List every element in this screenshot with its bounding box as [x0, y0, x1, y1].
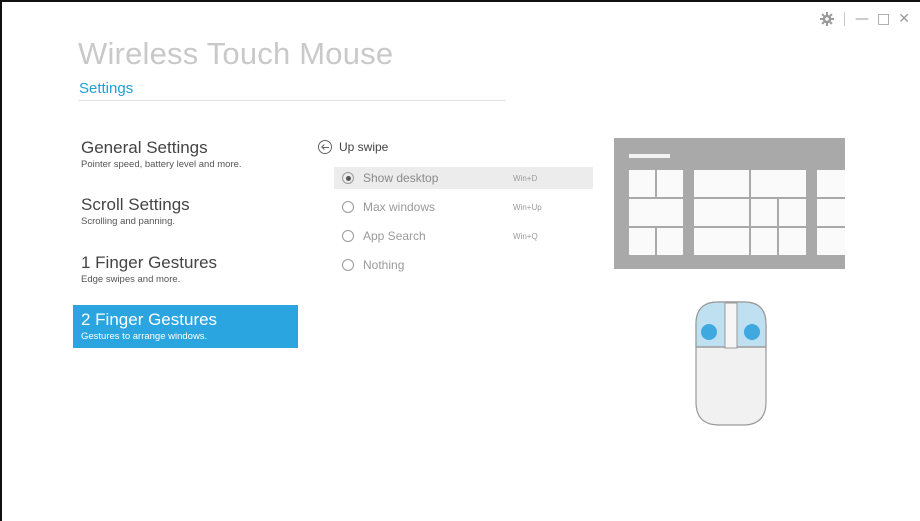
- option-shortcut: Win+Up: [513, 202, 542, 212]
- gesture-label: Up swipe: [339, 140, 389, 154]
- nav-item-1-finger-gestures[interactable]: 1 Finger Gestures Edge swipes and more.: [73, 248, 298, 292]
- header-divider: [78, 100, 506, 101]
- radio-button[interactable]: [342, 230, 354, 242]
- up-swipe-header[interactable]: Up swipe: [318, 140, 388, 154]
- tile: [629, 170, 655, 197]
- option-shortcut: Win+D: [513, 173, 538, 183]
- tile: [629, 199, 683, 226]
- tile: [751, 170, 806, 197]
- tile: [657, 170, 683, 197]
- option-label: App Search: [363, 229, 426, 243]
- option-label: Max windows: [363, 200, 436, 214]
- nav-item-subtitle: Pointer speed, battery level and more.: [81, 159, 242, 170]
- option-max-windows[interactable]: Max windows Win+Up: [334, 196, 593, 218]
- tab-settings[interactable]: Settings: [79, 80, 134, 101]
- tile: [779, 228, 806, 255]
- tile: [694, 199, 749, 226]
- tile: [779, 199, 806, 226]
- tile: [694, 228, 749, 255]
- minimize-button[interactable]: —: [855, 12, 869, 26]
- tile: [629, 228, 655, 255]
- nav-item-scroll-settings[interactable]: Scroll Settings Scrolling and panning.: [73, 190, 298, 234]
- radio-button[interactable]: [342, 172, 354, 184]
- gear-icon[interactable]: [820, 12, 835, 26]
- option-nothing[interactable]: Nothing: [334, 254, 593, 276]
- tile: [817, 170, 845, 197]
- tile: [657, 228, 683, 255]
- screen-title-bar: [629, 154, 670, 158]
- option-label: Nothing: [363, 258, 405, 272]
- app-title: Wireless Touch Mouse: [78, 36, 394, 71]
- maximize-button[interactable]: □: [877, 12, 890, 26]
- nav-item-subtitle: Gestures to arrange windows.: [81, 331, 208, 342]
- nav-item-title: 2 Finger Gestures: [81, 310, 218, 329]
- desktop-tiles-illustration: [614, 138, 845, 269]
- nav-item-title: Scroll Settings: [81, 195, 190, 214]
- nav-item-2-finger-gestures[interactable]: 2 Finger Gestures Gestures to arrange wi…: [73, 305, 298, 348]
- option-shortcut: Win+Q: [513, 231, 538, 241]
- controls-divider: [844, 12, 846, 26]
- tile: [694, 170, 749, 197]
- option-label: Show desktop: [363, 171, 439, 185]
- close-button[interactable]: ✕: [898, 12, 910, 26]
- radio-button[interactable]: [342, 259, 354, 271]
- window-controls: — □ ✕: [820, 12, 910, 26]
- nav-item-subtitle: Scrolling and panning.: [81, 216, 176, 227]
- tile: [751, 199, 777, 226]
- radio-button[interactable]: [342, 201, 354, 213]
- back-arrow-circle-icon[interactable]: [318, 140, 332, 154]
- mouse-two-finger-illustration: [695, 301, 767, 426]
- nav-item-general-settings[interactable]: General Settings Pointer speed, battery …: [73, 133, 298, 177]
- tile: [817, 199, 845, 226]
- app-window: — □ ✕ Wireless Touch Mouse Settings Gene…: [0, 0, 920, 521]
- tile: [751, 228, 777, 255]
- tile: [817, 228, 845, 255]
- nav-item-title: 1 Finger Gestures: [81, 253, 218, 272]
- nav-item-title: General Settings: [81, 138, 208, 157]
- nav-item-subtitle: Edge swipes and more.: [81, 274, 181, 285]
- option-app-search[interactable]: App Search Win+Q: [334, 225, 593, 247]
- option-show-desktop[interactable]: Show desktop Win+D: [334, 167, 593, 189]
